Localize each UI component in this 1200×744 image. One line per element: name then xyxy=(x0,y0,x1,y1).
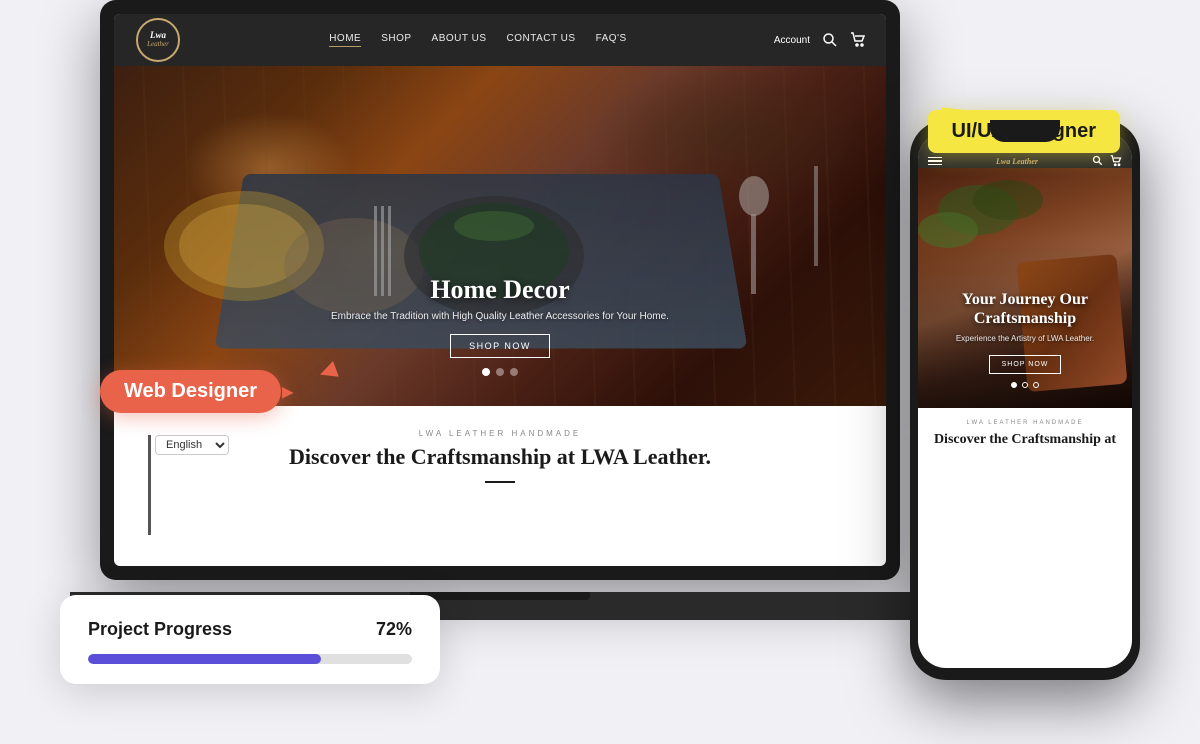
laptop-logo: Lwa Leather xyxy=(134,16,182,64)
phone-cart-icon[interactable] xyxy=(1110,155,1122,167)
search-icon[interactable] xyxy=(822,32,838,48)
account-label[interactable]: Account xyxy=(774,35,810,46)
phone-notch xyxy=(990,120,1060,142)
hero-subtitle: Embrace the Tradition with High Quality … xyxy=(114,311,886,322)
phone-mockup: Lwa Leather xyxy=(910,120,1140,680)
laptop-lower-section: LWA LEATHER HANDMADE Discover the Crafts… xyxy=(114,406,886,506)
phone-hero-subtitle: Experience the Artistry of LWA Leather. xyxy=(932,334,1118,343)
nav-links: HOME SHOP ABOUT US CONTACT US FAQ's xyxy=(206,33,750,47)
nav-shop[interactable]: SHOP xyxy=(381,33,411,47)
laptop-frame: Lwa Leather HOME SHOP ABOUT US CONTACT U… xyxy=(100,0,900,580)
hero-dot-1[interactable] xyxy=(482,368,490,376)
shop-now-button[interactable]: SHOP NOW xyxy=(450,334,550,358)
logo-sub-text: Leather xyxy=(147,40,169,48)
laptop-lower-title: Discover the Craftsmanship at LWA Leathe… xyxy=(289,444,711,470)
progress-percent: 72% xyxy=(376,619,412,640)
hamburger-icon[interactable] xyxy=(928,157,942,166)
nav-home[interactable]: HOME xyxy=(329,33,361,47)
phone-hero-content: Your Journey Our Craftsmanship Experienc… xyxy=(918,290,1132,388)
web-designer-label: Web Designer xyxy=(100,370,281,413)
screen-separator xyxy=(148,435,151,535)
phone-shop-now-button[interactable]: SHOP NOW xyxy=(989,355,1062,374)
hero-dot-3[interactable] xyxy=(510,368,518,376)
hero-content: Home Decor Embrace the Tradition with Hi… xyxy=(114,275,886,376)
phone-lower-section: LWA LEATHER HANDMADE Discover the Crafts… xyxy=(918,408,1132,461)
phone-dot-2[interactable] xyxy=(1022,382,1028,388)
logo-circle: Lwa Leather xyxy=(136,18,180,62)
nav-faq[interactable]: FAQ's xyxy=(596,33,627,47)
logo-main-text: Lwa xyxy=(150,31,166,40)
laptop-navbar: Lwa Leather HOME SHOP ABOUT US CONTACT U… xyxy=(114,14,886,66)
phone-hero-dots xyxy=(932,382,1118,388)
title-underline xyxy=(485,481,515,483)
phone-logo: Lwa Leather xyxy=(996,157,1038,166)
progress-header: Project Progress 72% xyxy=(88,619,412,640)
progress-label: Project Progress xyxy=(88,619,232,640)
phone-dot-3[interactable] xyxy=(1033,382,1039,388)
nav-right: Account xyxy=(774,32,866,48)
nav-about[interactable]: ABOUT US xyxy=(432,33,487,47)
phone-search-icon[interactable] xyxy=(1092,155,1104,167)
language-dropdown[interactable]: English French Spanish xyxy=(155,435,229,455)
progress-card: Project Progress 72% xyxy=(60,595,440,684)
cart-icon[interactable] xyxy=(850,32,866,48)
phone-nav-icons xyxy=(1092,155,1122,167)
phone-brand-label: LWA LEATHER HANDMADE xyxy=(932,420,1118,426)
phone-frame: Lwa Leather xyxy=(910,120,1140,680)
phone-lower-title: Discover the Craftsmanship at xyxy=(932,432,1118,449)
phone-hero-title: Your Journey Our Craftsmanship xyxy=(932,290,1118,328)
laptop-brand-label: LWA LEATHER HANDMADE xyxy=(419,429,582,438)
laptop-hero: Home Decor Embrace the Tradition with Hi… xyxy=(114,66,886,406)
laptop-screen: Lwa Leather HOME SHOP ABOUT US CONTACT U… xyxy=(114,14,886,566)
phone-hero: Your Journey Our Craftsmanship Experienc… xyxy=(918,168,1132,408)
progress-bar-fill xyxy=(88,654,321,664)
hero-title: Home Decor xyxy=(114,275,886,305)
hero-dot-2[interactable] xyxy=(496,368,504,376)
web-designer-text: Web Designer xyxy=(124,380,257,402)
phone-screen: Lwa Leather xyxy=(918,132,1132,668)
nav-contact[interactable]: CONTACT US xyxy=(506,33,575,47)
laptop-mockup: Lwa Leather HOME SHOP ABOUT US CONTACT U… xyxy=(100,0,900,620)
phone-dot-1[interactable] xyxy=(1011,382,1017,388)
progress-bar-background xyxy=(88,654,412,664)
